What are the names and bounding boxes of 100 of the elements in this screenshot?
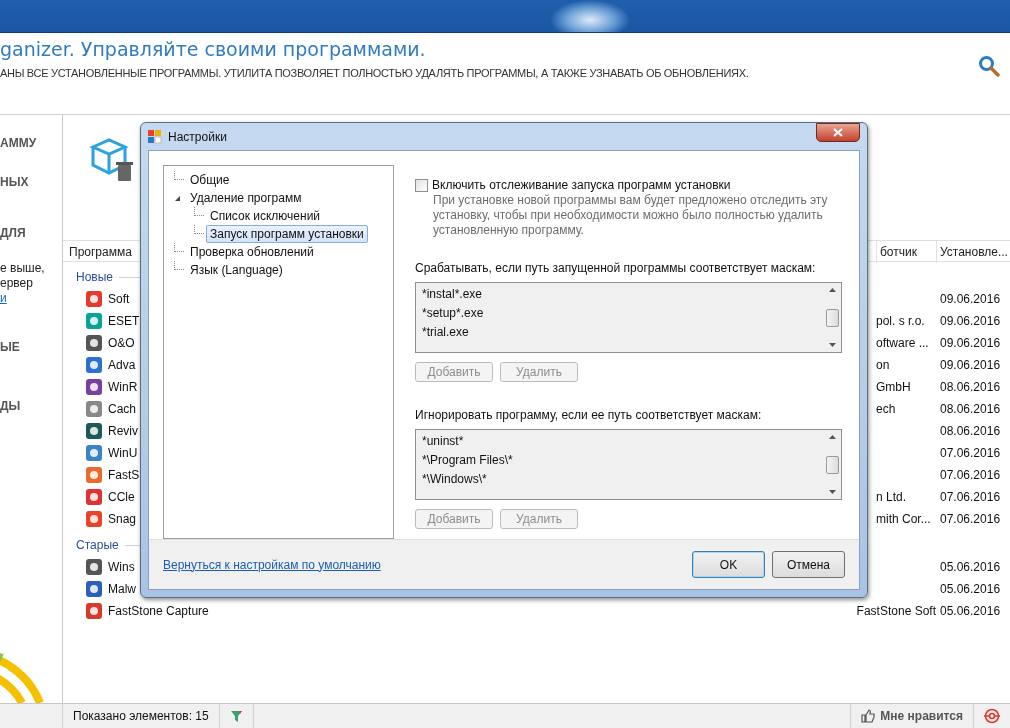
mask-item[interactable]: *uninst* (422, 432, 824, 451)
mask-item[interactable]: *\Windows\* (422, 470, 824, 489)
mask-list[interactable]: *instal*.exe *setup*.exe *trial.exe (415, 282, 842, 353)
scroll-down-icon[interactable] (829, 343, 836, 347)
mask-item[interactable]: *trial.exe (422, 323, 824, 342)
filter-icon[interactable] (229, 709, 243, 723)
app-icon (85, 290, 103, 308)
scroll-thumb[interactable] (826, 308, 839, 327)
publisher-cell: ech (876, 402, 896, 416)
column-header[interactable]: Программа (69, 245, 132, 259)
date-cell: 05.06.2016 (940, 582, 1001, 596)
program-name: Wins (108, 560, 135, 574)
program-name: ESET (108, 314, 140, 328)
date-cell: 09.06.2016 (940, 314, 1001, 328)
sidebar-heading: ДЛЯ (0, 226, 26, 241)
checkbox-label[interactable]: Включить отслеживание запуска программ установки (432, 178, 731, 192)
sidebar-heading: ДЫ (0, 399, 21, 414)
reset-link[interactable]: Вернуться к настройкам по умолчанию (163, 557, 381, 572)
column-header[interactable]: Установле... (940, 245, 1008, 259)
scroll-up-icon[interactable] (829, 288, 836, 292)
tree-item[interactable]: Общие (186, 171, 234, 189)
app-icon (85, 400, 103, 418)
program-name: WinR (108, 380, 138, 394)
program-name: Reviv (108, 424, 138, 438)
sidebar-heading: АММУ (0, 136, 37, 151)
scroll-down-icon[interactable] (829, 490, 836, 494)
program-name: FastStone Capture (108, 604, 209, 618)
sidebar-link[interactable]: и (0, 291, 7, 306)
dialog-title: Настройки (168, 129, 227, 144)
program-name: O&O (108, 336, 135, 350)
description-text: При установке новой программы вам будет предложено отследить эту установку, чтобы при необходимости можно было полностью удалить установленную программу. (432, 193, 829, 238)
date-cell: 09.06.2016 (940, 292, 1001, 306)
publisher-cell: mith Cor... (876, 512, 931, 526)
close-button[interactable] (816, 123, 860, 142)
app-icon (85, 378, 103, 396)
mask-item[interactable]: *setup*.exe (422, 304, 824, 323)
program-name: Malw (108, 582, 136, 596)
date-cell: 09.06.2016 (940, 358, 1001, 372)
date-cell: 05.06.2016 (940, 560, 1001, 574)
app-icon (85, 580, 103, 598)
expander-icon[interactable] (174, 194, 181, 202)
mask-list[interactable]: *uninst* *\Program Files\* *\Windows\* (415, 429, 842, 500)
item-count: Показано элементов: 15 (73, 709, 209, 723)
app-icon (85, 444, 103, 462)
date-cell: 07.06.2016 (940, 468, 1001, 482)
date-cell: 08.06.2016 (940, 380, 1001, 394)
scroll-thumb[interactable] (826, 455, 839, 474)
tree-item[interactable]: Запуск программ установки (206, 225, 368, 243)
app-icon (85, 510, 103, 528)
program-name: Snag (108, 512, 137, 526)
program-name: CCle (108, 490, 135, 504)
lifebuoy-icon[interactable] (984, 708, 1000, 724)
tree-item[interactable]: Язык (Language) (186, 261, 287, 279)
date-cell: 05.06.2016 (940, 604, 1001, 618)
app-title: ganizer. Управляйте своими программами. (0, 37, 427, 61)
publisher-cell: pol. s r.o. (876, 314, 925, 328)
date-cell: 09.06.2016 (940, 336, 1001, 350)
date-cell: 08.06.2016 (940, 402, 1001, 416)
program-name: Soft (108, 292, 130, 306)
section-label: Срабатывать, если путь запущенной программы соответствует маскам: (415, 261, 816, 276)
app-icon (85, 602, 103, 620)
program-name: WinU (108, 446, 138, 460)
close-icon (833, 128, 843, 137)
thumbs-up-icon (861, 709, 876, 723)
mask-item[interactable]: *\Program Files\* (422, 451, 824, 470)
app-icon (85, 466, 103, 484)
sidebar-heading: НЫХ (0, 175, 29, 190)
group-label: Новые (76, 270, 113, 284)
scroll-up-icon[interactable] (829, 435, 836, 439)
group-label: Старые (76, 538, 119, 552)
app-icon (85, 558, 103, 576)
publisher-cell: n Ltd. (876, 490, 907, 504)
search-icon[interactable] (978, 55, 1000, 77)
program-name: Adva (108, 358, 136, 372)
date-cell: 07.06.2016 (940, 512, 1001, 526)
dialog-button[interactable]: OK (692, 551, 765, 578)
section-label: Игнорировать программу, если ее путь соответствует маскам: (415, 408, 762, 423)
date-cell: 07.06.2016 (940, 446, 1001, 460)
dialog-button[interactable]: Отмена (772, 551, 845, 578)
tree-item[interactable]: Удаление программ (186, 189, 306, 207)
like-button[interactable]: Мне нравится (850, 704, 974, 728)
publisher-cell: FastStone Soft (856, 604, 936, 618)
publisher-cell: GmbH (876, 380, 911, 394)
checkbox[interactable] (415, 178, 428, 192)
publisher-cell: on (876, 358, 890, 372)
sidebar-text: е выше, (0, 261, 45, 276)
date-cell: 07.06.2016 (940, 490, 1001, 504)
program-name: Cach (108, 402, 136, 416)
tree-item[interactable]: Список исключений (206, 207, 325, 225)
app-icon (85, 312, 103, 330)
app-subtitle: АНЫ ВСЕ УСТАНОВЛЕННЫЕ ПРОГРАММЫ. УТИЛИТА ПОЗВОЛЯЕТ ПОЛНОСТЬЮ УДАЛЯТЬ ПРОГРАММЫ, А ТАКЖЕ УЗНАВАТЬ ОБ ОБНОВЛЕНИЯХ. (0, 67, 749, 79)
app-icon (85, 334, 103, 352)
app-icon (85, 488, 103, 506)
column-header[interactable]: ботчик (880, 245, 917, 259)
tree-item[interactable]: Проверка обновлений (186, 243, 318, 261)
date-cell: 08.06.2016 (940, 424, 1001, 438)
program-name: FastS (108, 468, 140, 482)
app-icon (85, 356, 103, 374)
mask-item[interactable]: *instal*.exe (422, 285, 824, 304)
sidebar-heading: ЫЕ (0, 340, 20, 355)
